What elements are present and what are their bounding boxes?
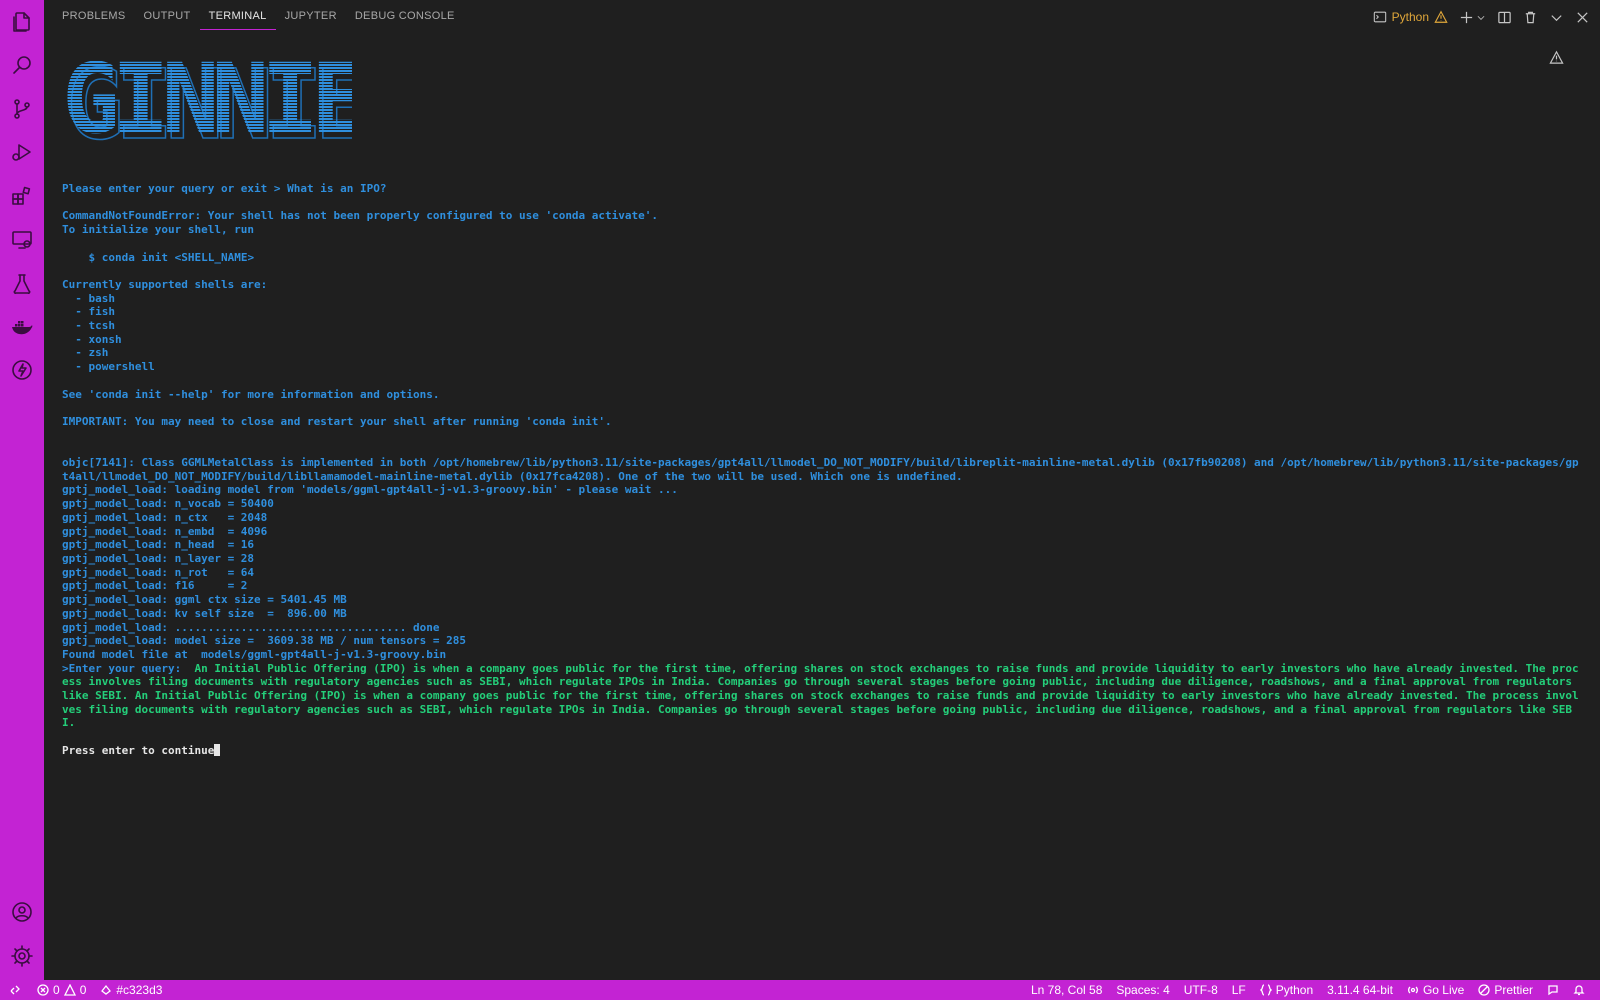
feedback-icon[interactable] — [1540, 980, 1566, 1000]
prettier-label: Prettier — [1494, 983, 1533, 997]
python-interpreter[interactable]: 3.11.4 64-bit — [1320, 980, 1400, 1000]
status-bar: 0 0 #c323d3 Ln 78, Col 58 Spaces: 4 UTF-… — [0, 980, 1600, 1000]
activity-bar — [0, 0, 44, 980]
remote-icon — [9, 984, 21, 996]
problems-indicator[interactable]: 0 0 — [30, 980, 93, 1000]
terminal-profile-button[interactable]: Python — [1373, 10, 1448, 24]
prettier-icon — [1478, 984, 1490, 996]
go-live-button[interactable]: Go Live — [1400, 980, 1471, 1000]
panel-tabs: PROBLEMS OUTPUT TERMINAL JUPYTER DEBUG C… — [62, 0, 464, 34]
tab-debug-console[interactable]: DEBUG CONSOLE — [346, 0, 464, 34]
extensions-icon[interactable] — [8, 182, 36, 210]
warning-icon — [63, 984, 76, 996]
lightning-icon[interactable] — [8, 356, 36, 384]
settings-gear-icon[interactable] — [8, 942, 36, 970]
tab-terminal[interactable]: TERMINAL — [199, 0, 276, 30]
tab-jupyter[interactable]: JUPYTER — [276, 0, 346, 34]
files-icon[interactable] — [8, 8, 36, 36]
source-control-icon[interactable] — [8, 95, 36, 123]
warning-icon — [1434, 10, 1448, 24]
indentation[interactable]: Spaces: 4 — [1109, 980, 1176, 1000]
search-icon[interactable] — [8, 51, 36, 79]
remote-indicator[interactable] — [0, 980, 30, 1000]
terminal-answer: An Initial Public Offering (IPO) is when… — [62, 661, 1579, 730]
chevron-down-icon[interactable] — [1476, 9, 1486, 25]
braces-icon — [1259, 984, 1272, 996]
terminal-log: Please enter your query or exit > What i… — [62, 182, 1579, 675]
run-debug-icon[interactable] — [8, 138, 36, 166]
close-icon[interactable] — [1574, 9, 1590, 25]
prettier-status[interactable]: Prettier — [1471, 980, 1540, 1000]
encoding[interactable]: UTF-8 — [1177, 980, 1225, 1000]
branch-indicator[interactable]: #c323d3 — [93, 980, 169, 1000]
docker-icon[interactable] — [8, 313, 36, 341]
panel-toolbar: Python — [1373, 6, 1590, 28]
new-terminal-icon[interactable] — [1458, 9, 1474, 25]
language-label: Python — [1275, 983, 1314, 997]
trash-icon[interactable] — [1522, 9, 1538, 25]
go-live-label: Go Live — [1422, 983, 1465, 997]
split-terminal-icon[interactable] — [1496, 9, 1512, 25]
cursor-position[interactable]: Ln 78, Col 58 — [1024, 980, 1109, 1000]
account-icon[interactable] — [8, 898, 36, 926]
warning-icon[interactable] — [1549, 50, 1564, 70]
ascii-art-banner: GINNIE GINNIE — [62, 43, 376, 162]
paint-icon — [100, 984, 112, 996]
branch-label: #c323d3 — [116, 983, 163, 997]
chevron-down-icon[interactable] — [1548, 9, 1564, 25]
terminal-icon — [1373, 10, 1387, 24]
banner-graphic: GINNIE GINNIE — [62, 43, 376, 162]
terminal-view[interactable]: GINNIE GINNIE Please enter your query or… — [44, 34, 1600, 960]
bell-icon[interactable] — [1566, 980, 1592, 1000]
terminal-profile-label: Python — [1391, 10, 1429, 24]
testing-icon[interactable] — [8, 270, 36, 298]
language-mode[interactable]: Python — [1253, 980, 1320, 1000]
broadcast-icon — [1407, 984, 1419, 996]
terminal-cursor — [214, 743, 221, 756]
terminal-prompt: Press enter to continue — [62, 743, 215, 757]
warning-count: 0 — [79, 983, 87, 997]
remote-explorer-icon[interactable] — [8, 226, 36, 254]
error-icon — [37, 984, 49, 996]
banner-text: GINNIE — [62, 58, 352, 144]
error-count: 0 — [53, 983, 60, 997]
tab-problems[interactable]: PROBLEMS — [62, 0, 135, 34]
terminal-output: Please enter your query or exit > What i… — [62, 182, 1582, 758]
end-of-line[interactable]: LF — [1225, 980, 1253, 1000]
panel-header: PROBLEMS OUTPUT TERMINAL JUPYTER DEBUG C… — [44, 0, 1600, 34]
tab-output[interactable]: OUTPUT — [135, 0, 200, 34]
